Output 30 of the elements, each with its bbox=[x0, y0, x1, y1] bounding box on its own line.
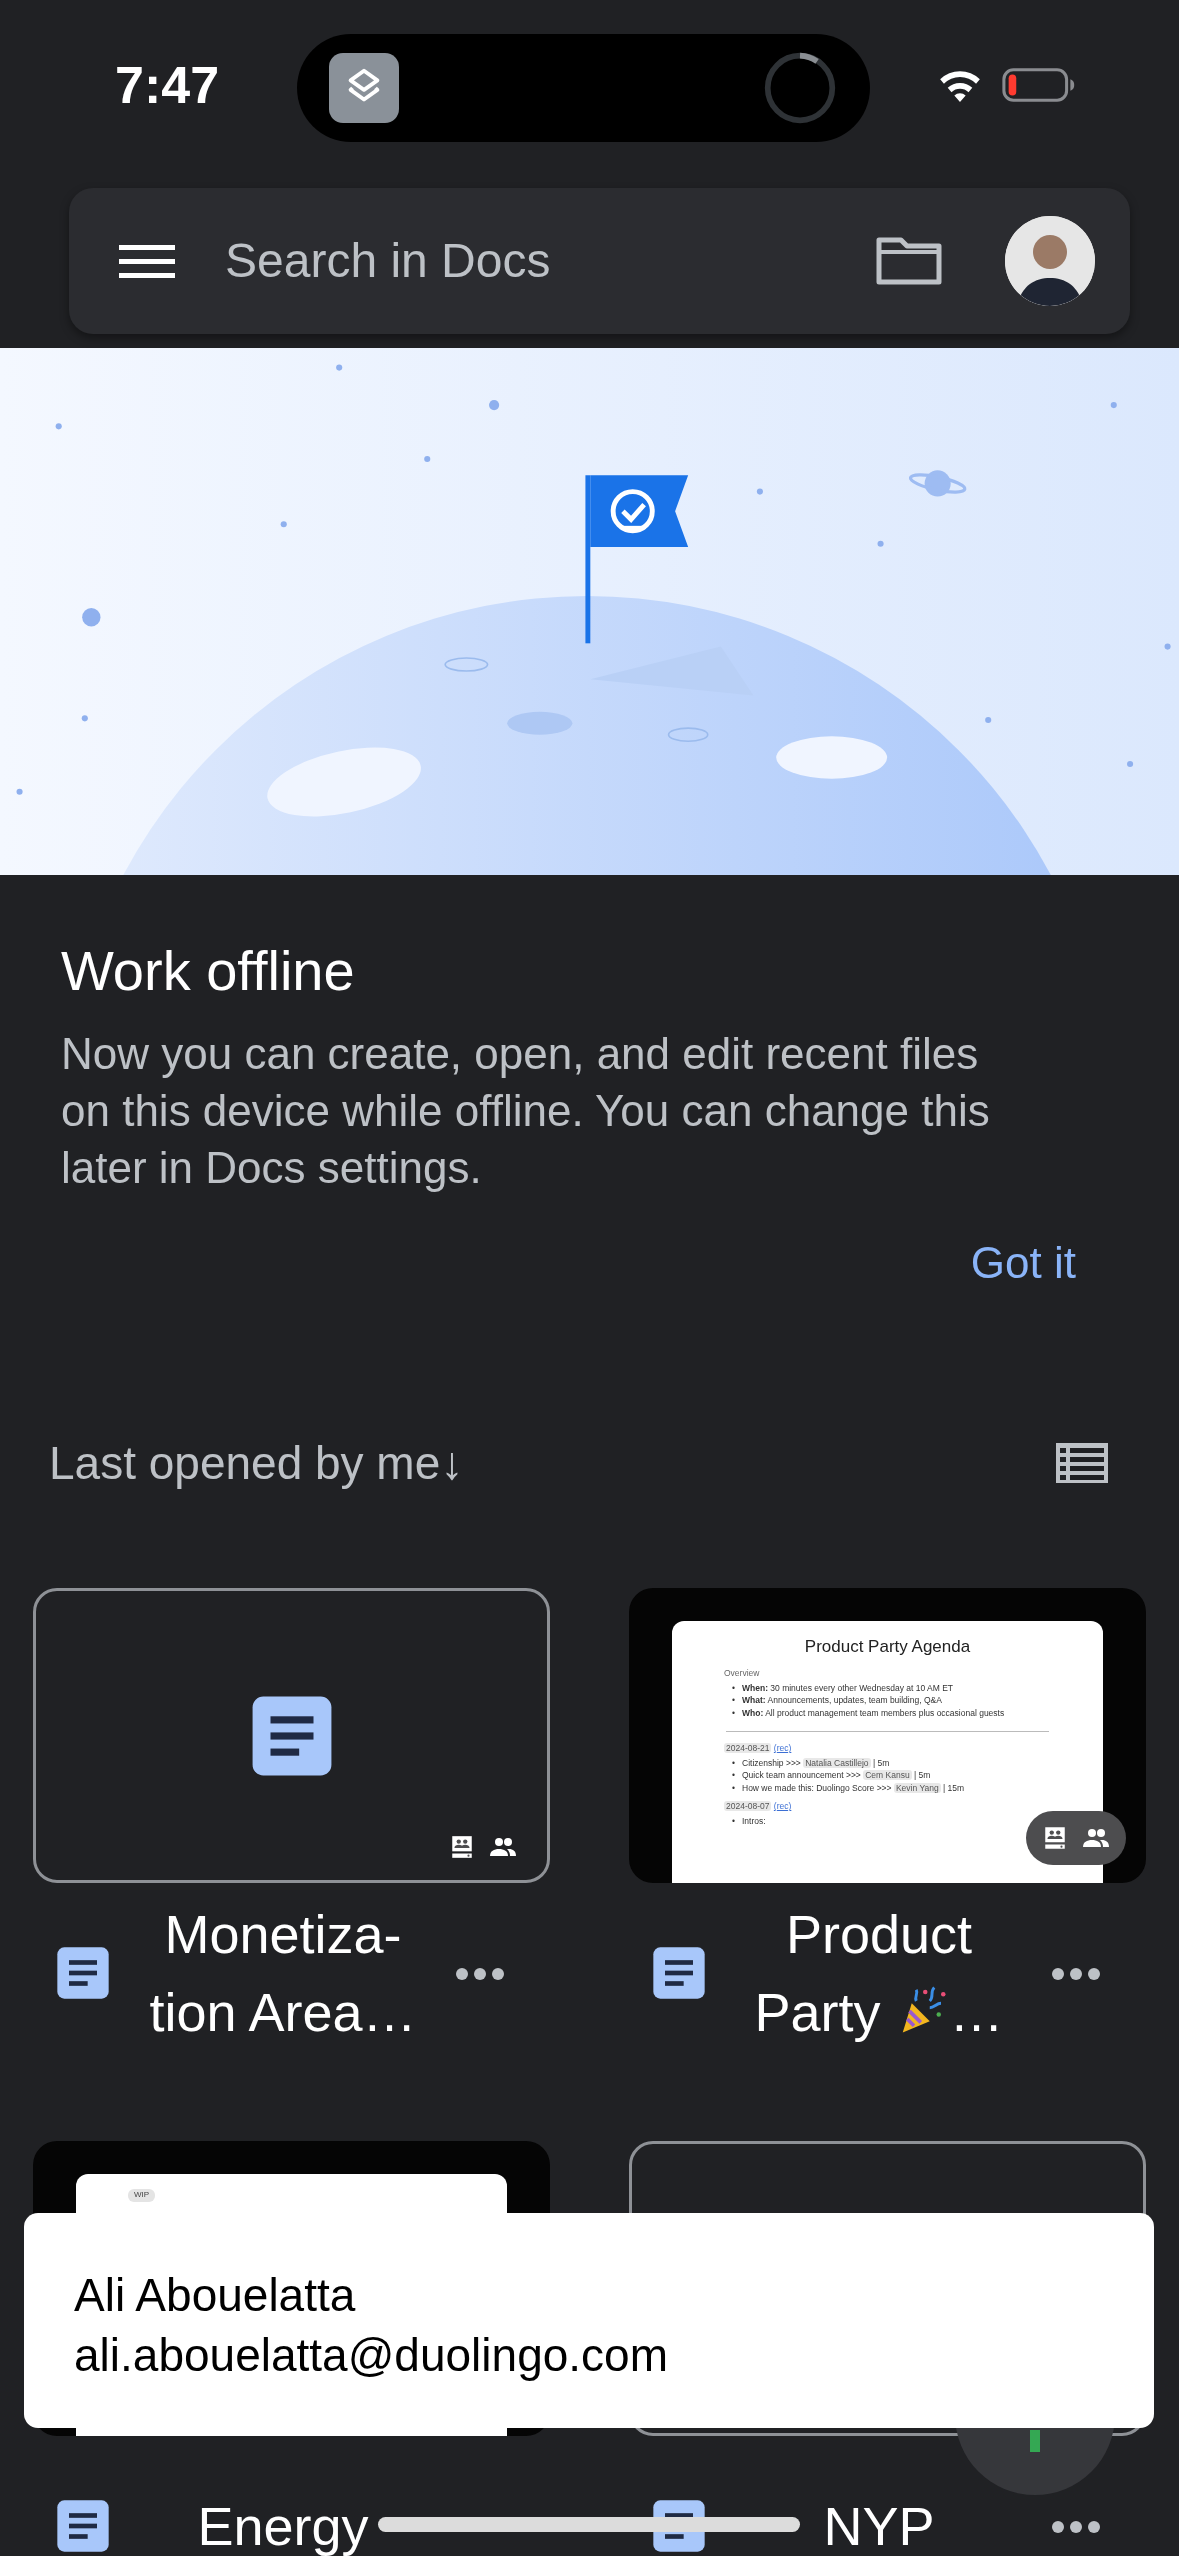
bullet-marker: • bbox=[732, 1814, 736, 1827]
document-title: Product Party Agenda bbox=[803, 1636, 972, 1658]
date-chip: 2024-08-21 bbox=[724, 1743, 772, 1753]
status-chip: WIP bbox=[128, 2189, 156, 2202]
agenda-text: Intros: bbox=[742, 1815, 766, 1826]
bullet-marker: • bbox=[732, 1781, 736, 1794]
person-chip: Cem Kansu bbox=[863, 1770, 912, 1780]
bullet-marker: • bbox=[732, 1681, 736, 1694]
bullet-text: When: 30 minutes every other Wednesday at 10 AM ET bbox=[742, 1682, 954, 1693]
duration-text: | 5m bbox=[914, 1770, 931, 1780]
bullet-text: Who: All product management team members plus occasional guests bbox=[742, 1707, 1005, 1718]
person-chip: Natalia Castillejo bbox=[803, 1757, 871, 1768]
bullet-marker: • bbox=[732, 1769, 736, 1782]
description-text: Now you can create, open, and edit recent files on this device while offline. You can change this later in Docs settings. bbox=[61, 1028, 991, 1194]
account-name: Ali Abouelatta bbox=[74, 2268, 357, 2323]
bullet-marker: • bbox=[732, 1706, 736, 1719]
agenda-text: How we made this: Duolingo Score >>> bbox=[742, 1782, 892, 1793]
duration-text: | 15m bbox=[943, 1782, 965, 1793]
agenda-text: Quick team announcement >>> bbox=[742, 1770, 861, 1780]
date-chip: 2024-08-07 bbox=[724, 1801, 772, 1811]
bullet-marker: • bbox=[732, 1756, 736, 1769]
status-time: 7:47 bbox=[114, 55, 221, 116]
bullet-marker: • bbox=[732, 1694, 736, 1707]
section-title: Work offline bbox=[61, 938, 356, 1004]
duration-text: | 5m bbox=[872, 1757, 890, 1768]
account-email: ali.abouelatta@duolingo.com bbox=[74, 2328, 669, 2383]
document-heading: Overview bbox=[724, 1667, 761, 1680]
person-chip: Kevin Yang bbox=[893, 1782, 941, 1793]
bullet-text: What: Announcements, updates, team building, Q&A bbox=[742, 1695, 942, 1705]
agenda-text: Citizenship >>> bbox=[742, 1757, 801, 1768]
